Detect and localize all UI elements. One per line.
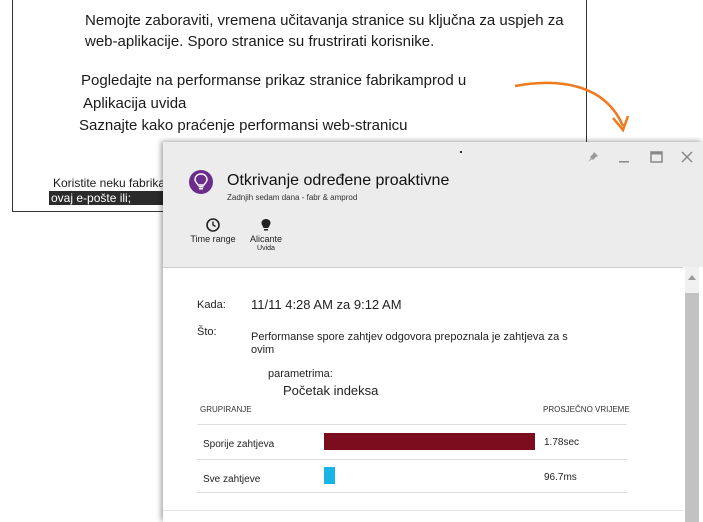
time-range-label: Time range [190,234,236,244]
email-line-aplikacija: Aplikacija uvida [83,95,187,112]
detection-blade: Otkrivanje određene proaktivne Zadnjih s… [163,142,703,522]
alerts-label-2: Uvida [257,245,275,252]
column-header-grouping: GRUPIRANJE [200,405,252,414]
blade-subtitle: Zadnjih sedam dana - fabr & amprod [227,193,358,202]
bulb-alert-icon [261,219,271,231]
table-row-value: 1.78sec [544,437,580,448]
blade-title: Otkrivanje određene proaktivne [227,172,450,189]
when-value: 11/11 4:28 AM za 9:12 AM [251,297,402,312]
time-range-button[interactable]: Time range [187,218,239,244]
callout-arrow-icon [514,81,630,133]
header-divider [163,267,683,268]
header-dot [460,151,462,153]
email-line-saznajte: Saznajte kako praćenje performansi web-s… [79,117,408,134]
row-divider [197,424,627,425]
slow-requests-bar [324,433,535,450]
section-divider [163,510,683,511]
close-icon[interactable] [681,150,693,166]
email-paragraph-1: Nemojte zaboraviti, vremena učitavanja s… [85,12,564,50]
parameters-label: parametrima: [268,368,333,380]
blade-body: Kada: 11/11 4:28 AM za 9:12 AM Što: Perf… [163,267,683,522]
pin-icon[interactable] [587,150,599,166]
email-footer-highlight: ovaj e-pošte ili; [49,191,171,205]
lightbulb-icon [189,170,213,194]
table-row-value: 96.7ms [544,472,577,483]
row-divider [197,492,627,493]
scroll-up-icon[interactable] [688,275,696,280]
clock-icon [206,218,220,232]
all-requests-bar [324,467,335,484]
what-label: Što: [197,326,217,338]
when-label: Kada: [197,299,226,311]
email-paragraph-2: Pogledajte na performanse prikaz stranic… [81,72,467,89]
what-value: Performanse spore zahtjev odgovora prepo… [251,331,568,356]
row-divider [197,459,627,460]
table-row-label: Sve zahtjeve [203,474,261,485]
alerts-button[interactable]: Alicante Uvida [241,218,291,253]
table-row-label: Sporije zahtjeva [203,439,275,450]
minimize-icon[interactable] [618,150,630,166]
scrollbar-thumb[interactable] [685,293,699,522]
column-header-average-time: PROSJEČNO VRIJEME [543,405,630,414]
alerts-label-1: Alicante [249,234,283,244]
parameters-value: Početak indeksa [283,383,379,398]
blade-header: Otkrivanje određene proaktivne Zadnjih s… [163,142,703,267]
maximize-icon[interactable] [650,150,663,166]
